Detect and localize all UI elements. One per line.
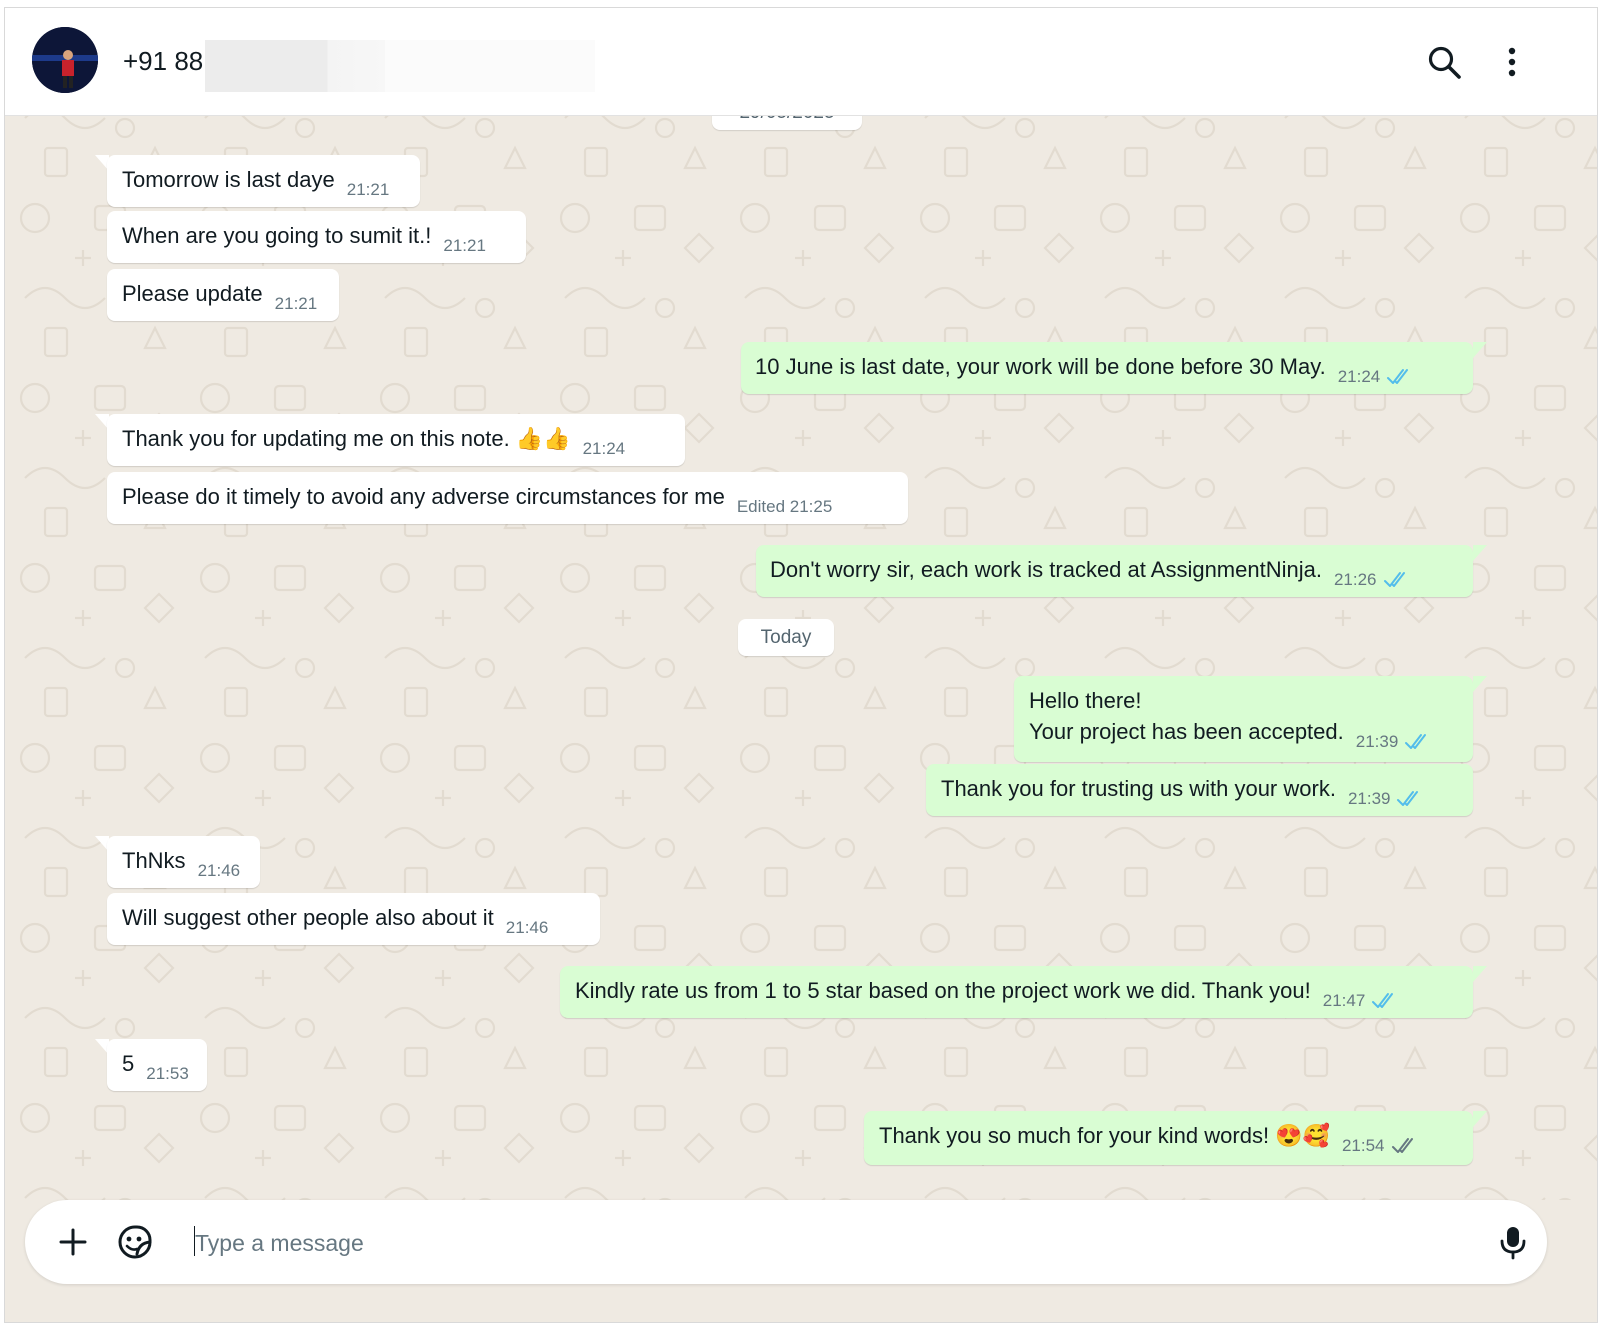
incoming-message[interactable]: 5 21:53 [107,1039,207,1091]
outgoing-message[interactable]: Thank you for trusting us with your work… [926,764,1473,816]
message-time: 21:39 [1355,732,1399,751]
date-separator: Today [738,619,834,656]
chat-header: +91 88 [5,8,1597,116]
message-text: ThNks [122,848,186,873]
message-text: Tomorrow is last daye [122,167,335,192]
outgoing-message[interactable]: Hello there! Your project has been accep… [1014,676,1473,762]
avatar-image [32,27,98,93]
message-time: 21:54 [1341,1136,1385,1155]
incoming-message[interactable]: Tomorrow is last daye 21:21 [107,155,420,207]
incoming-message[interactable]: When are you going to sumit it.! 21:21 [107,211,526,263]
message-text: Hello there! Your project has been accep… [1029,676,1344,747]
outgoing-message[interactable]: Kindly rate us from 1 to 5 star based on… [560,966,1473,1018]
message-text: Thank you for updating me on this note. … [122,426,571,451]
read-ticks-icon [1405,734,1427,749]
message-text: Will suggest other people also about it [122,905,494,930]
contact-name[interactable]: +91 88 [123,46,203,77]
incoming-message[interactable]: Thank you for updating me on this note. … [107,414,685,466]
message-time: 21:53 [146,1064,189,1083]
message-composer [25,1200,1547,1284]
incoming-message[interactable]: Please update 21:21 [107,269,339,321]
message-text: 5 [122,1051,135,1076]
incoming-message[interactable]: ThNks 21:46 [107,836,260,888]
message-text: When are you going to sumit it.! [122,223,432,248]
message-time: 21:39 [1347,789,1391,808]
redacted-name-blur [205,40,385,92]
message-text: Please update [122,281,263,306]
message-time: 21:21 [443,236,486,255]
message-text: Kindly rate us from 1 to 5 star based on… [575,978,1311,1003]
incoming-message[interactable]: Will suggest other people also about it … [107,893,600,945]
message-time: 21:24 [582,439,626,458]
message-text: Please do it timely to avoid any adverse… [122,484,725,509]
message-time: 21:46 [197,861,241,880]
composer-area [5,1200,1597,1322]
message-text: Thank you for trusting us with your work… [941,776,1336,801]
read-ticks-icon [1387,369,1409,384]
read-ticks-icon [1372,993,1394,1008]
sticker-icon[interactable] [115,1222,155,1262]
outgoing-message[interactable]: Thank you so much for your kind words! 😍… [864,1111,1473,1165]
kebab-menu-icon[interactable] [1502,43,1522,83]
message-text: 10 June is last date, your work will be … [755,354,1326,379]
message-text: Thank you so much for your kind words! 😍… [879,1123,1330,1148]
message-time: 21:46 [505,918,549,937]
delivered-ticks-icon [1391,1138,1413,1153]
message-time: 21:47 [1322,991,1366,1010]
redacted-name-blur [385,40,595,92]
message-time: 21:26 [1333,570,1377,589]
message-time: 21:24 [1337,367,1381,386]
contact-avatar[interactable] [32,27,98,93]
message-input[interactable] [193,1220,1497,1266]
read-ticks-icon [1383,572,1405,587]
message-text: Don't worry sir, each work is tracked at… [770,557,1322,582]
chat-window: +91 88 29/05/2025 Tomorrow is last daye … [4,7,1598,1323]
text-caret [194,1226,195,1256]
outgoing-message[interactable]: Don't worry sir, each work is tracked at… [756,545,1473,597]
message-line: Hello there! [1029,688,1142,713]
message-time: 21:21 [346,180,390,199]
incoming-message[interactable]: Please do it timely to avoid any adverse… [107,472,908,524]
message-time: Edited 21:25 [736,497,833,516]
message-line: Your project has been accepted. [1029,719,1344,744]
plus-icon[interactable] [53,1222,93,1262]
search-icon[interactable] [1425,43,1465,83]
message-time: 21:21 [274,294,318,313]
outgoing-message[interactable]: 10 June is last date, your work will be … [741,342,1473,394]
read-ticks-icon [1397,791,1419,806]
microphone-icon[interactable] [1493,1222,1533,1262]
